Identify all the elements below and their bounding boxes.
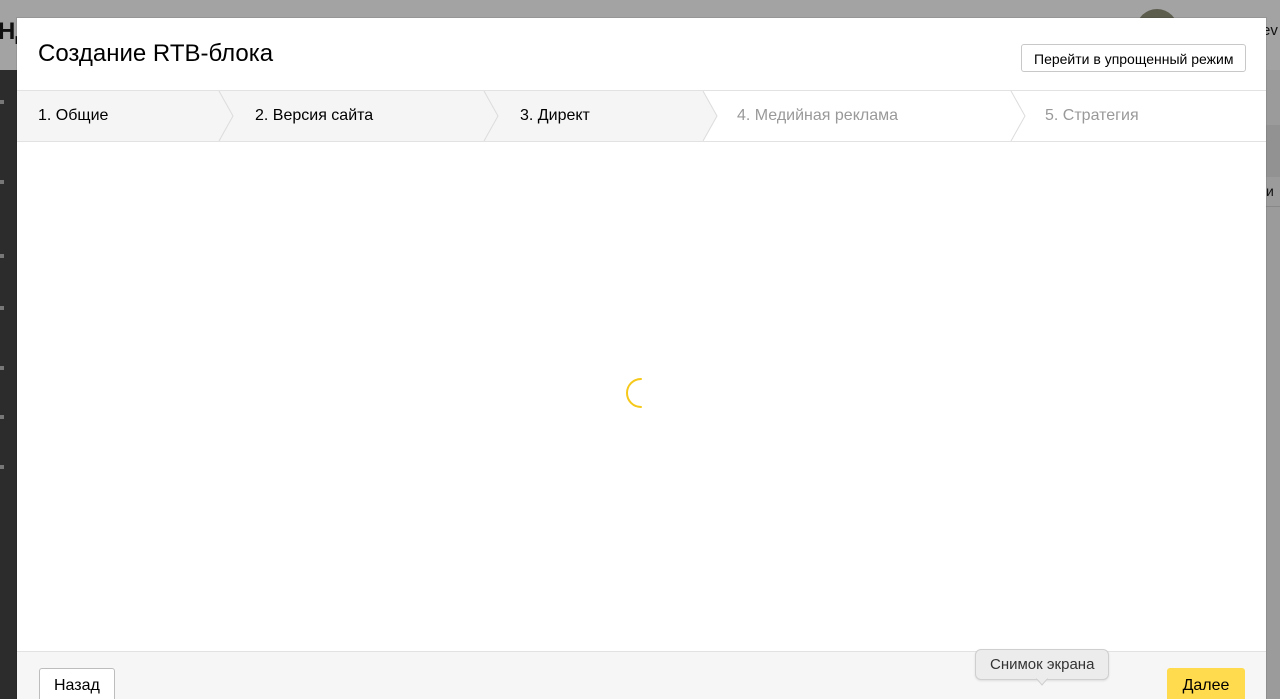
sidebar-marker (0, 415, 4, 419)
sidebar-marker (0, 180, 4, 184)
step-general[interactable]: 1. Общие (17, 91, 227, 141)
step-media-ads[interactable]: 4. Медийная реклама (717, 91, 1017, 141)
step-label: 1. Общие (38, 107, 109, 124)
sidebar-marker (0, 306, 4, 310)
sidebar-marker (0, 100, 4, 104)
background-sidebar (0, 70, 17, 699)
step-strategy[interactable]: 5. Стратегия (1025, 91, 1265, 141)
step-direct[interactable]: 3. Директ (498, 91, 708, 141)
step-site-version[interactable]: 2. Версия сайта (233, 91, 493, 141)
spinner-icon (626, 378, 642, 408)
sidebar-marker (0, 254, 4, 258)
back-button[interactable]: Назад (39, 668, 115, 699)
dialog-title: Создание RTB-блока (38, 40, 274, 67)
tooltip-arrow-icon (1036, 678, 1048, 686)
background-divider (1266, 206, 1280, 207)
next-button[interactable]: Далее (1167, 668, 1245, 699)
create-rtb-block-dialog: Создание RTB-блока Перейти в упрощенный … (17, 18, 1266, 699)
step-label: 3. Директ (520, 107, 590, 124)
simple-mode-button[interactable]: Перейти в упрощенный режим (1021, 44, 1247, 72)
sidebar-marker (0, 465, 4, 469)
step-label: 5. Стратегия (1045, 107, 1139, 124)
wizard-steps: 1. Общие 2. Версия сайта 3. Директ 4. Ме… (17, 90, 1266, 142)
background-text-fragment: и (1266, 183, 1274, 199)
screenshot-tooltip: Снимок экрана (975, 649, 1110, 680)
sidebar-marker (0, 366, 4, 370)
step-label: 4. Медийная реклама (737, 107, 899, 124)
step-label: 2. Версия сайта (255, 107, 374, 124)
